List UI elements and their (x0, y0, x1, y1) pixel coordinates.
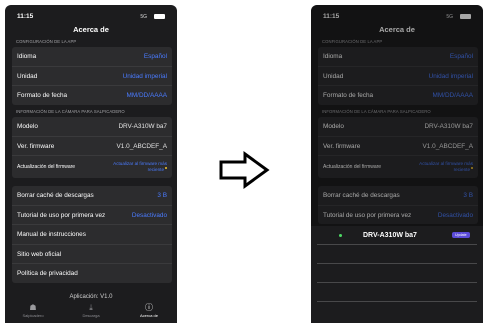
phone-screen-after: 11:15 5G Acerca de CONFIGURACIÓN DE LA A… (311, 5, 483, 323)
tab-download[interactable]: ⤓ Descarga (71, 303, 111, 318)
device-row[interactable]: DRV-A310W ba7 Update (311, 229, 483, 243)
tutorial-row[interactable]: Tutorial de uso por primera vez Desactiv… (12, 206, 172, 225)
model-row: Modelo DRV-A310W ba7 (12, 117, 172, 137)
app-version: Aplicación: V1.0 (69, 294, 113, 300)
misc-group: Borrar caché de descargas 3 B Tutorial d… (12, 186, 172, 283)
divider (317, 263, 477, 264)
privacy-label: Política de privacidad (17, 270, 78, 277)
download-icon: ⤓ (89, 303, 93, 312)
clear-cache-row[interactable]: Borrar caché de descargas 3 B (12, 186, 172, 206)
tab-dashboard-label: Salpicadero (22, 313, 44, 318)
section-header-app-config: CONFIGURACIÓN DE LA APP (16, 39, 77, 44)
app-config-group: Idioma Español Unidad Unidad imperial Fo… (12, 47, 172, 105)
privacy-row[interactable]: Política de privacidad (12, 264, 172, 283)
battery-icon (154, 14, 165, 19)
firmware-update-row[interactable]: Actualización del firmware Actualizar al… (12, 156, 172, 178)
tab-about[interactable]: ⓘ Acerca de (129, 303, 169, 318)
camera-info-group: Modelo DRV-A310W ba7 Ver. firmware V1.0_… (12, 117, 172, 178)
manual-label: Manual de instrucciones (17, 231, 86, 238)
firmware-update-label: Actualización del firmware (17, 164, 76, 170)
manual-row[interactable]: Manual de instrucciones (12, 225, 172, 245)
section-header-camera-info: INFORMACIÓN DE LA CÁMARA PARA SALPICADER… (16, 109, 125, 114)
tutorial-label: Tutorial de uso por primera vez (17, 211, 106, 219)
model-value: DRV-A310W ba7 (118, 123, 167, 130)
divider (317, 282, 477, 283)
model-label: Modelo (17, 123, 38, 130)
status-time: 11:15 (17, 13, 34, 20)
unit-value: Unidad imperial (122, 72, 167, 80)
status-bar: 11:15 5G (5, 11, 177, 23)
divider (317, 244, 477, 245)
home-icon: ☗ (29, 303, 37, 312)
firmware-version-row: Ver. firmware V1.0_ABCDEF_A (12, 137, 172, 156)
firmware-update-value: Actualizar al firmware más reciente (101, 161, 167, 173)
unit-label: Unidad (17, 72, 38, 80)
connected-dot-icon (339, 234, 342, 237)
date-format-row[interactable]: Formato de fecha MM/DD/AAAA (12, 86, 172, 105)
language-label: Idioma (17, 53, 37, 60)
date-format-label: Formato de fecha (17, 92, 68, 99)
unit-row[interactable]: Unidad Unidad imperial (12, 67, 172, 86)
device-name: DRV-A310W ba7 (363, 232, 417, 239)
firmware-version-value: V1.0_ABCDEF_A (116, 142, 167, 150)
language-row[interactable]: Idioma Español (12, 47, 172, 67)
website-label: Sitio web oficial (17, 250, 62, 258)
divider (317, 301, 477, 302)
phone-screen-before: 11:15 5G Acerca de CONFIGURACIÓN DE LA A… (5, 5, 177, 323)
signal-indicator: 5G (140, 14, 147, 20)
date-format-value: MM/DD/AAAA (126, 92, 167, 99)
firmware-update-text: Actualizar al firmware más reciente (113, 161, 167, 172)
update-badge[interactable]: Update (452, 232, 470, 238)
tutorial-value: Desactivado (131, 211, 167, 219)
tab-download-label: Descarga (82, 313, 100, 318)
website-row[interactable]: Sitio web oficial (12, 245, 172, 264)
firmware-version-label: Ver. firmware (17, 142, 55, 150)
tab-about-label: Acerca de (139, 313, 158, 318)
right-arrow-icon (219, 151, 270, 189)
device-bottom-sheet: DRV-A310W ba7 Update (311, 226, 483, 323)
notification-dot (165, 167, 167, 169)
clear-cache-label: Borrar caché de descargas (17, 192, 94, 199)
tab-dashboard[interactable]: ☗ Salpicadero (13, 303, 53, 318)
info-icon: ⓘ (145, 303, 153, 312)
clear-cache-value: 3 B (157, 192, 167, 199)
tab-bar: ☗ Salpicadero ⤓ Descarga ⓘ Acerca de (5, 301, 177, 323)
page-title: Acerca de (73, 25, 109, 34)
language-value: Español (143, 53, 167, 60)
